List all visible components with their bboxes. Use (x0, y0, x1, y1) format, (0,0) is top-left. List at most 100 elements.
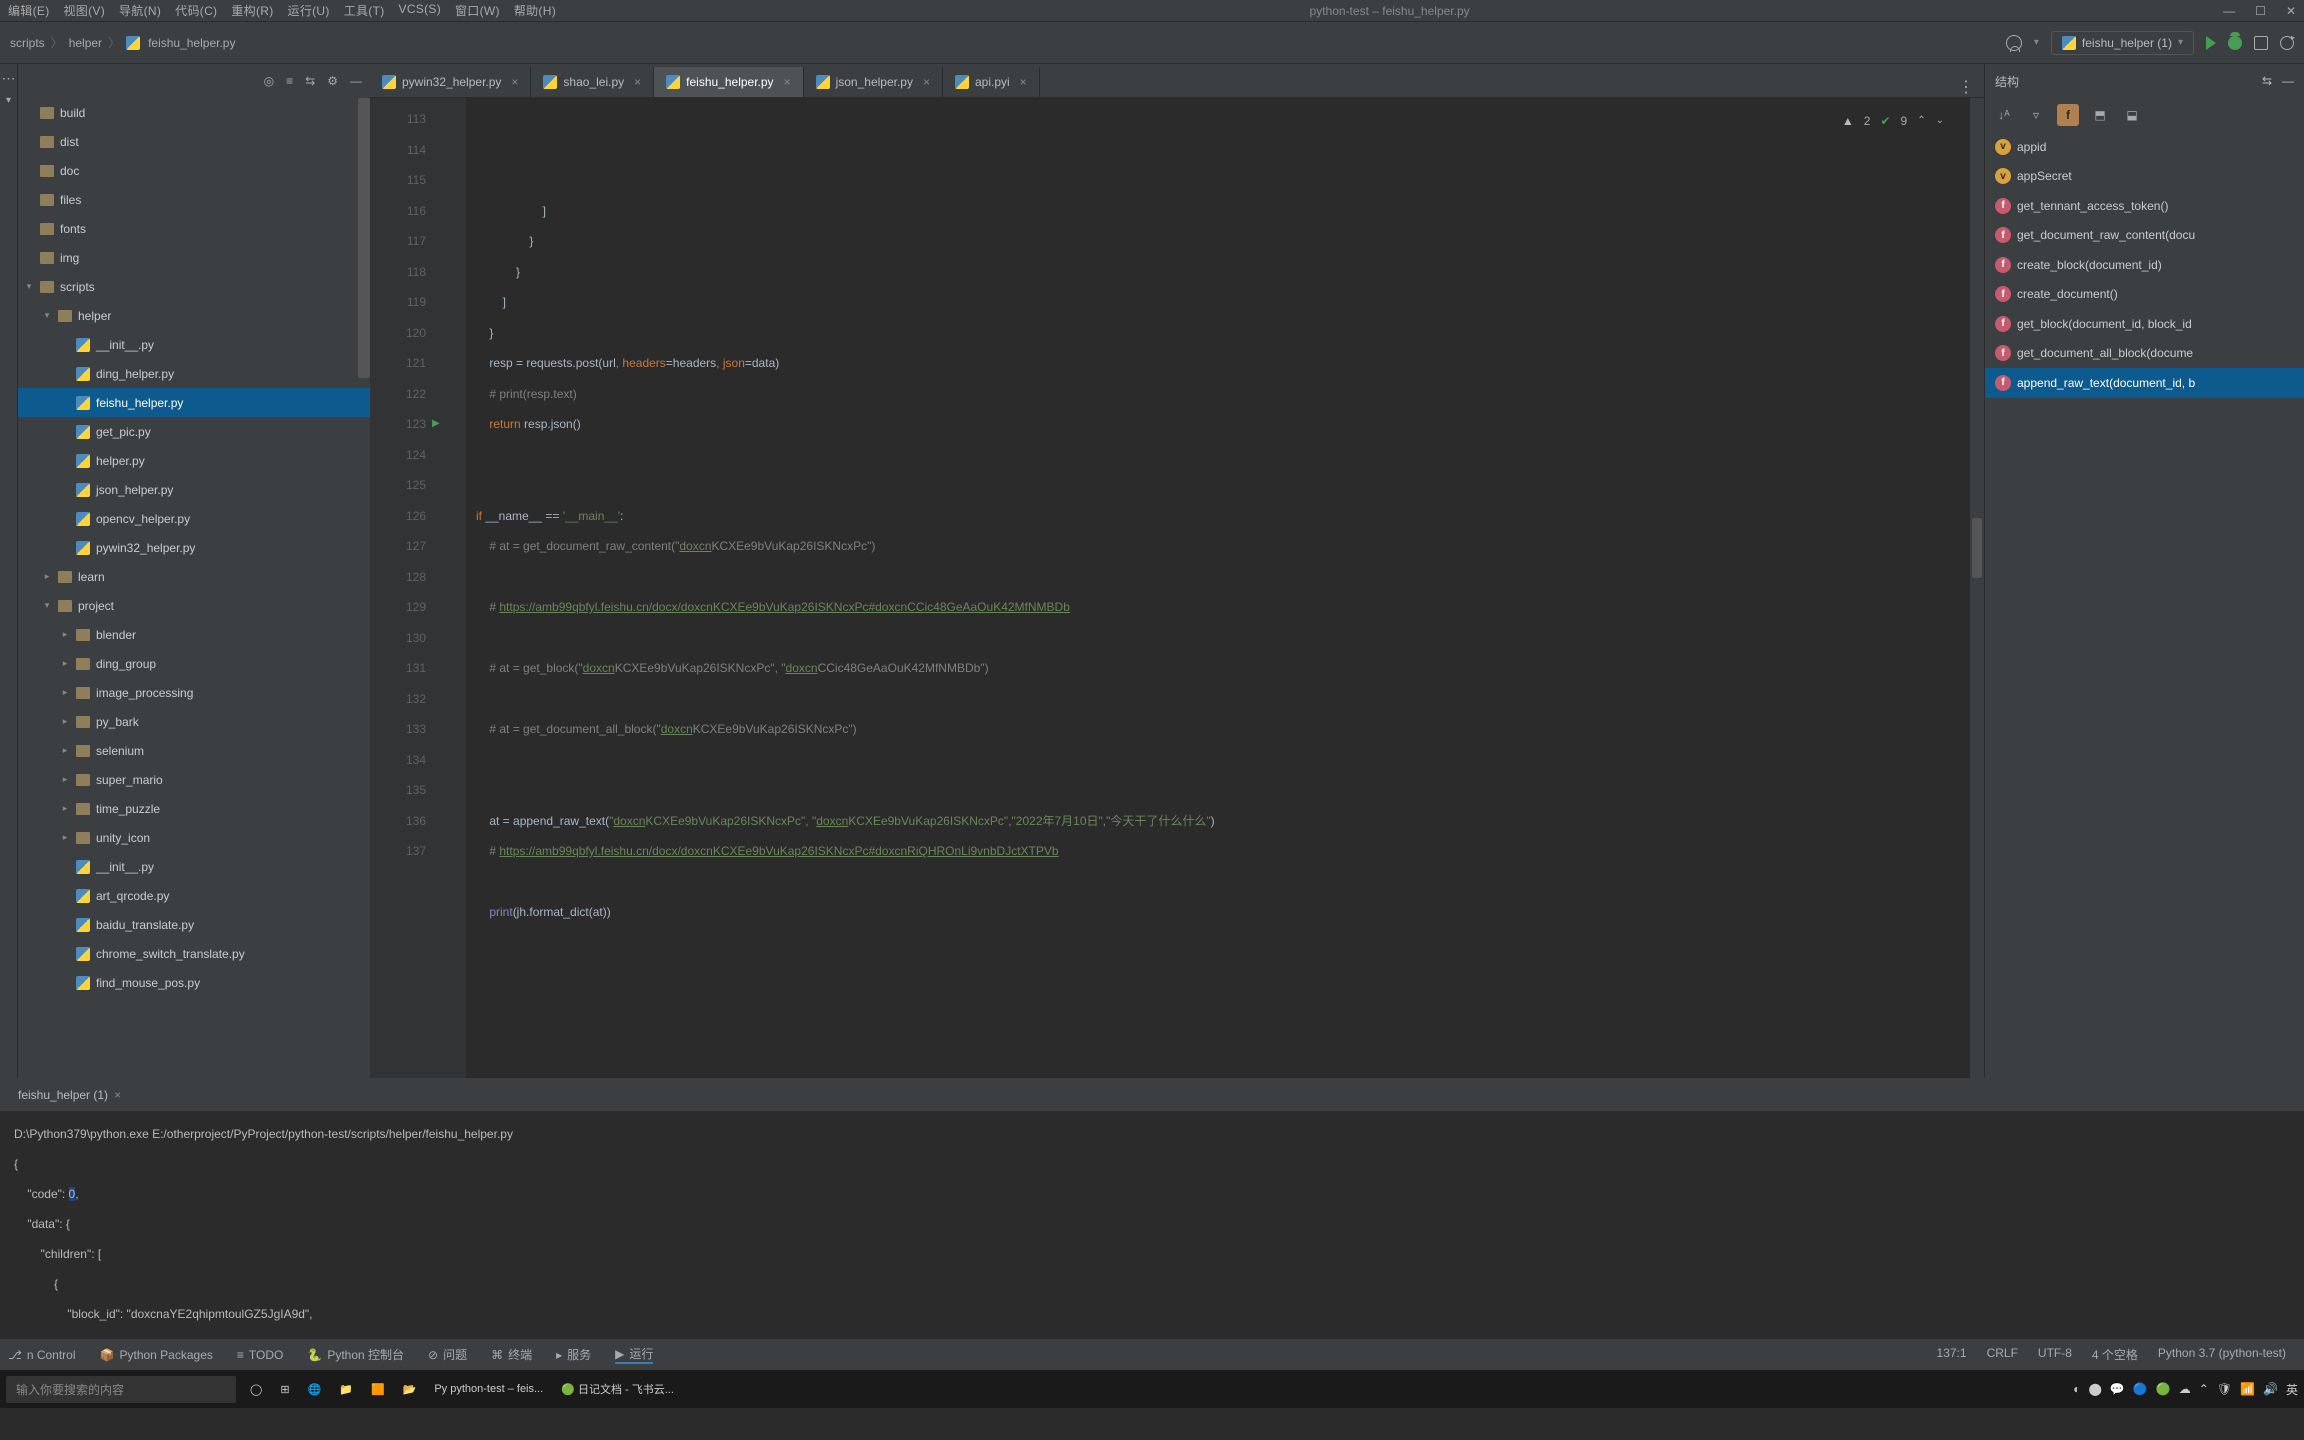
code-line[interactable]: resp = requests.post(url, headers=header… (466, 348, 1970, 379)
scrollbar[interactable] (358, 98, 370, 378)
tree-folder[interactable]: ▸blender (18, 620, 370, 649)
menu-item[interactable]: 帮助(H) (514, 2, 556, 19)
tray-ime[interactable]: 英 (2286, 1381, 2298, 1398)
structure-item[interactable]: fcreate_block(document_id) (1985, 250, 2304, 280)
code-line[interactable] (466, 470, 1970, 501)
close-icon[interactable]: × (511, 75, 518, 89)
code-line[interactable]: at = append_raw_text("doxcnKCXEe9bVuKap2… (466, 806, 1970, 837)
bottom-tab[interactable]: ▸服务 (556, 1346, 591, 1363)
tree-folder[interactable]: ▸image_processing (18, 678, 370, 707)
structure-item[interactable]: fcreate_document() (1985, 280, 2304, 310)
structure-item[interactable]: fappend_raw_text(document_id, b (1985, 368, 2304, 398)
user-icon[interactable] (2006, 35, 2022, 51)
tree-folder[interactable]: ▸super_mario (18, 765, 370, 794)
tray-icon[interactable]: 📶 (2240, 1382, 2255, 1396)
close-icon[interactable]: × (114, 1088, 121, 1102)
structure-item[interactable]: vappid (1985, 132, 2304, 162)
tree-folder[interactable]: ▸time_puzzle (18, 794, 370, 823)
code-line[interactable] (466, 562, 1970, 593)
more-run-button[interactable] (2280, 36, 2294, 50)
tree-folder[interactable]: ▸ding_group (18, 649, 370, 678)
tree-folder[interactable]: dist (18, 127, 370, 156)
locate-icon[interactable]: ◎ (264, 74, 274, 88)
bottom-tab[interactable]: ▶运行 (615, 1345, 653, 1364)
tree-folder[interactable]: ▾helper (18, 301, 370, 330)
menu-item[interactable]: 导航(N) (119, 2, 161, 19)
bottom-tab[interactable]: 🐍Python 控制台 (307, 1346, 404, 1363)
editor-tab[interactable]: shao_lei.py× (531, 67, 654, 97)
tree-file[interactable]: __init__.py (18, 330, 370, 359)
tree-file[interactable]: art_qrcode.py (18, 881, 370, 910)
tree-folder[interactable]: doc (18, 156, 370, 185)
tree-file[interactable]: __init__.py (18, 852, 370, 881)
menu-item[interactable]: 运行(U) (288, 2, 330, 19)
tree-file[interactable]: find_mouse_pos.py (18, 968, 370, 997)
tray-icon[interactable]: ◐ (2073, 1382, 2080, 1396)
code-line[interactable] (466, 684, 1970, 715)
tree-file[interactable]: baidu_translate.py (18, 910, 370, 939)
menu-item[interactable]: 重构(R) (231, 2, 273, 19)
console-output[interactable]: D:\Python379\python.exe E:/otherproject/… (0, 1111, 2304, 1338)
tree-file[interactable]: pywin32_helper.py (18, 533, 370, 562)
tabs-more-icon[interactable]: ⋮ (1948, 77, 1984, 97)
tree-folder[interactable]: ▸py_bark (18, 707, 370, 736)
gear-icon[interactable]: ⚙ (327, 74, 338, 88)
expand-all-icon[interactable]: ≡ (286, 74, 293, 88)
code-line[interactable] (466, 775, 1970, 806)
taskbar-search[interactable]: 输入你要搜索的内容 (6, 1376, 236, 1403)
hide-icon[interactable]: — (350, 74, 362, 88)
tree-file[interactable]: json_helper.py (18, 475, 370, 504)
tree-folder[interactable]: ▾scripts (18, 272, 370, 301)
show-fields-icon[interactable]: f (2057, 104, 2079, 126)
chevron-down-icon[interactable]: ▾ (6, 95, 11, 106)
code-line[interactable]: # at = get_document_raw_content("doxcnKC… (466, 531, 1970, 562)
tree-file[interactable]: chrome_switch_translate.py (18, 939, 370, 968)
tree-file[interactable]: ding_helper.py (18, 359, 370, 388)
code-line[interactable] (466, 928, 1970, 959)
editor-tab[interactable]: json_helper.py× (804, 67, 943, 97)
status-enc[interactable]: UTF-8 (2038, 1346, 2072, 1363)
close-icon[interactable]: × (1020, 75, 1027, 89)
bottom-tab[interactable]: ⊘问题 (428, 1346, 467, 1363)
menu-item[interactable]: 代码(C) (175, 2, 217, 19)
tray-icon[interactable]: 🟢 (2156, 1382, 2171, 1396)
taskbar-app[interactable]: 📁 (331, 1374, 361, 1404)
filter-icon[interactable]: ▿ (2025, 104, 2047, 126)
breadcrumb-item[interactable]: scripts (10, 36, 45, 50)
autoscroll-icon[interactable]: ⬒ (2089, 104, 2111, 126)
code-line[interactable] (466, 623, 1970, 654)
menu-item[interactable]: 工具(T) (344, 2, 385, 19)
taskbar-app[interactable]: 🌐 (300, 1374, 330, 1404)
chevron-down-icon[interactable]: ⌄ (1936, 106, 1944, 137)
tray-icon[interactable]: 🛡 (2217, 1382, 2232, 1396)
taskbar-app[interactable]: ⊞ (272, 1374, 297, 1404)
taskbar-app[interactable]: 🟧 (363, 1374, 393, 1404)
code-line[interactable]: return resp.json() (466, 409, 1970, 440)
bottom-tab[interactable]: ⎇n Control (8, 1348, 76, 1362)
tree-folder[interactable]: ▸selenium (18, 736, 370, 765)
autoscroll-from-icon[interactable]: ⬓ (2121, 104, 2143, 126)
code-line[interactable]: } (466, 257, 1970, 288)
code-line[interactable]: # https://amb99qbfyl.feishu.cn/docx/doxc… (466, 592, 1970, 623)
tray-icon[interactable]: 🔊 (2263, 1382, 2278, 1396)
chevron-up-icon[interactable]: ⌃ (1917, 106, 1925, 137)
code-line[interactable]: # at = get_block("doxcnKCXEe9bVuKap26ISK… (466, 653, 1970, 684)
coverage-button[interactable] (2254, 36, 2268, 50)
code-line[interactable]: ] (466, 287, 1970, 318)
bottom-tab[interactable]: ⌘终端 (491, 1346, 532, 1363)
sort-icon[interactable]: ↓ᴬ (1993, 104, 2015, 126)
tree-folder[interactable]: img (18, 243, 370, 272)
taskbar-app[interactable]: 📂 (395, 1374, 425, 1404)
close-icon[interactable]: × (634, 75, 641, 89)
tree-file[interactable]: get_pic.py (18, 417, 370, 446)
tree-file[interactable]: opencv_helper.py (18, 504, 370, 533)
tray-icon[interactable]: 🔵 (2133, 1382, 2148, 1396)
tree-folder[interactable]: files (18, 185, 370, 214)
run-config-selector[interactable]: feishu_helper (1) ▾ (2051, 31, 2194, 55)
code-line[interactable] (466, 745, 1970, 776)
tree-file[interactable]: feishu_helper.py (18, 388, 370, 417)
code-line[interactable]: # print(resp.text) (466, 379, 1970, 410)
breadcrumb-item[interactable]: feishu_helper.py (148, 36, 235, 50)
tree-folder[interactable]: build (18, 98, 370, 127)
taskbar-app[interactable]: Py python-test – feis... (426, 1374, 551, 1404)
